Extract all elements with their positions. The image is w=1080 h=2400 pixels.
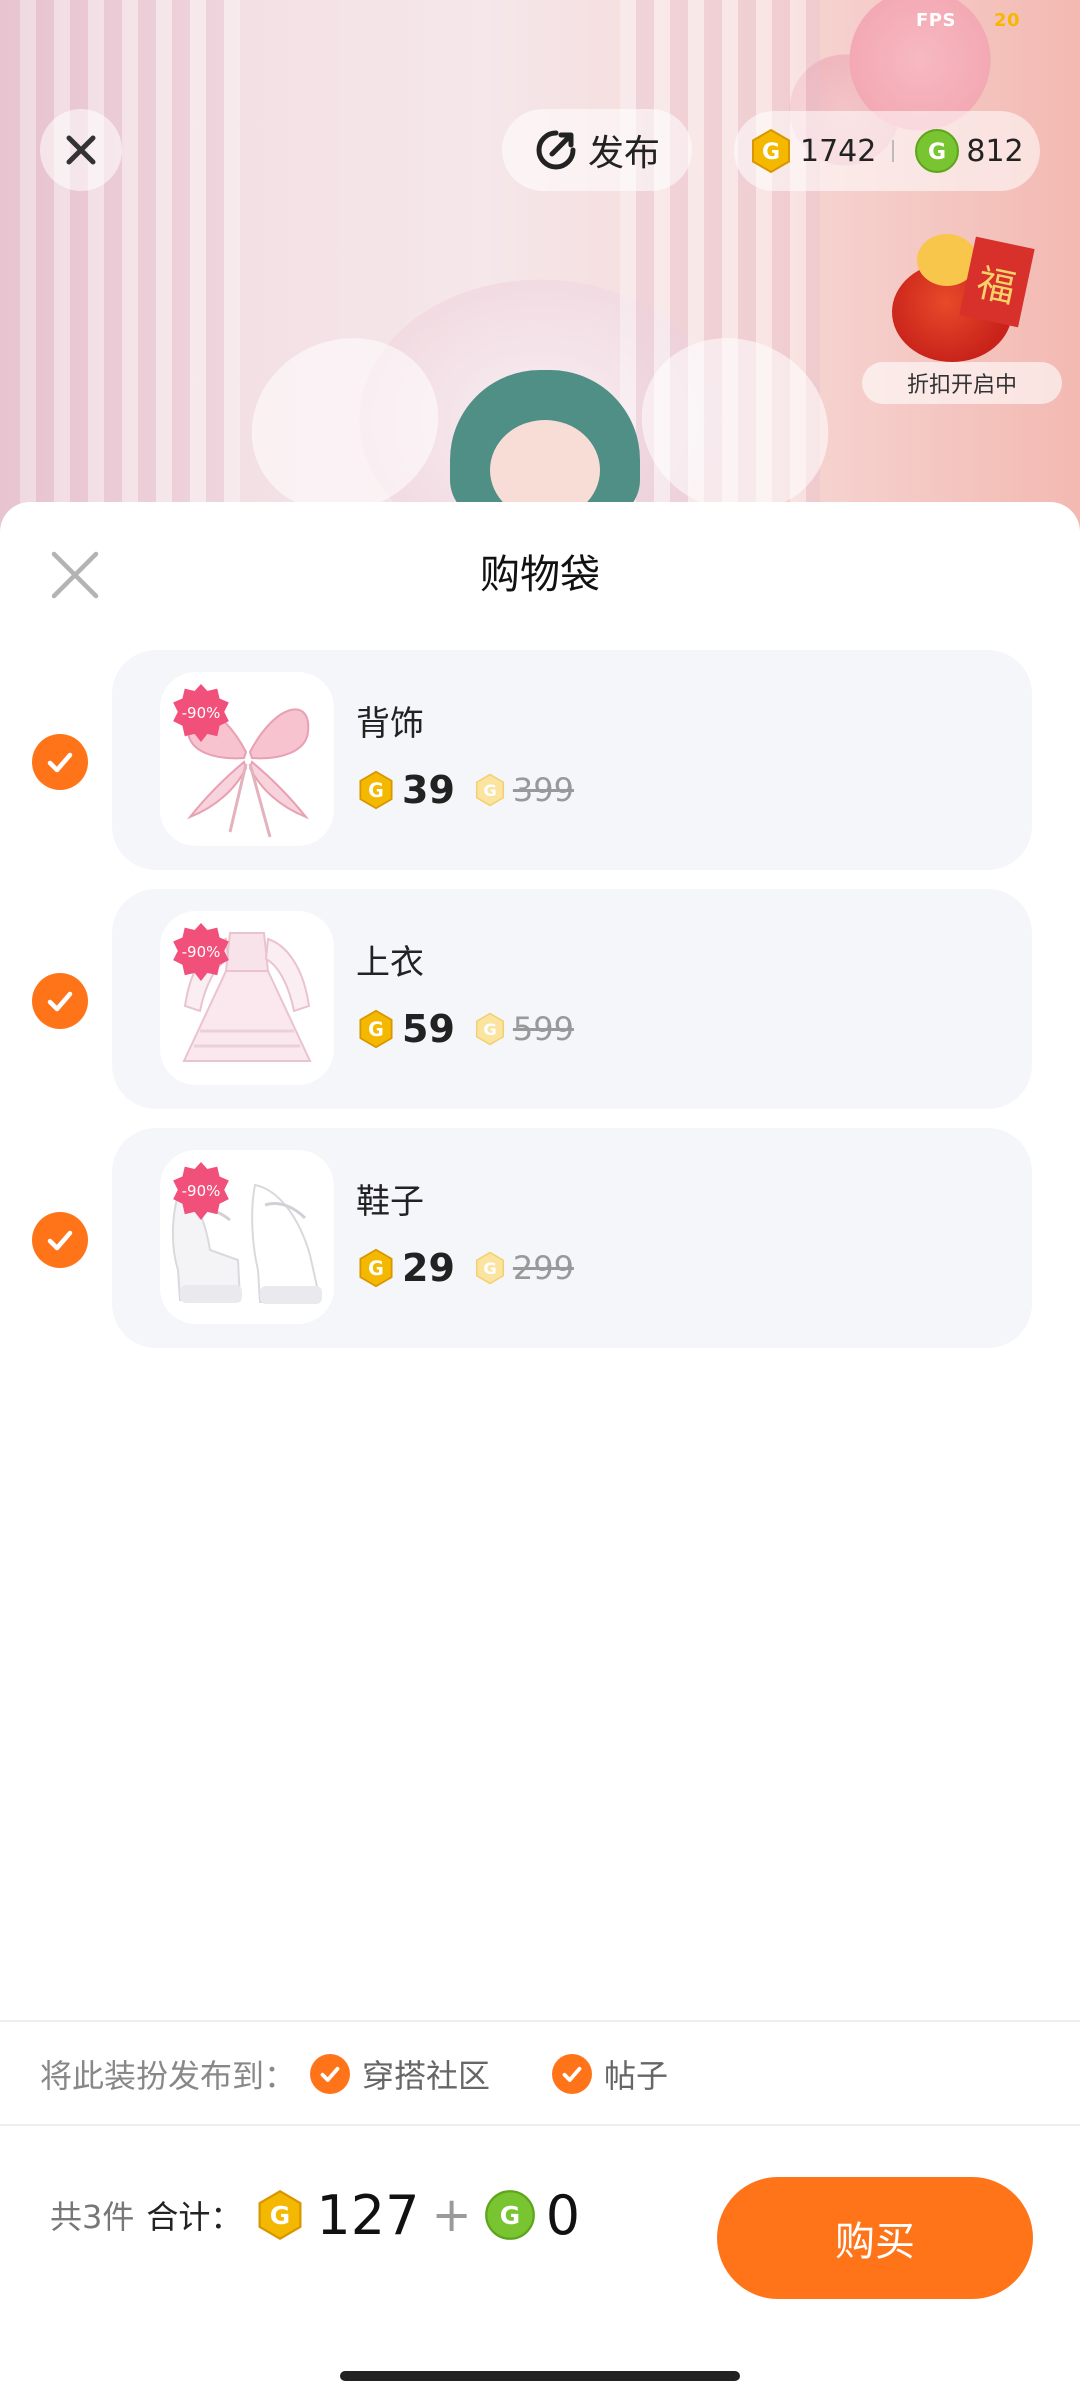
item-name: 上衣 [356,943,424,983]
item-name: 背饰 [356,704,424,744]
close-icon [66,135,96,165]
item-price-line: G 59 G 599 [356,1007,574,1051]
divider [0,2124,1080,2126]
item-price: 59 [402,1007,455,1051]
green-coin-icon: G [915,129,960,173]
close-scene-button[interactable] [40,109,122,191]
publish-icon [536,130,576,170]
checkmark-icon [47,1230,73,1251]
item-original-price: 299 [512,1249,574,1287]
svg-text:G: G [928,140,946,165]
checkmark-icon [562,2066,582,2082]
fps-value: 20 [993,10,1020,31]
cart-item: -90% 鞋子 G 29 G 299 [0,1128,1080,1348]
curtain-left [20,0,240,560]
svg-text:G: G [368,1018,384,1041]
item-thumbnail: -90% [160,672,334,846]
gold-coin-icon: G [359,770,393,810]
item-checkbox[interactable] [32,1212,88,1268]
svg-text:G: G [483,781,496,800]
publish-label: 发布 [587,133,660,174]
publish-button[interactable]: 发布 [502,109,692,191]
sheet-title: 购物袋 [480,552,600,598]
svg-text:G: G [368,1257,384,1280]
currency-separator [892,140,895,162]
checkmark-icon [320,2066,340,2082]
gold-balance: 1742 [800,133,877,169]
order-total: 共3件 合计： G 127 + G 0 [50,2180,580,2250]
item-price: 29 [402,1246,455,1290]
item-thumbnail: -90% [160,911,334,1085]
option-checkbox [310,2054,351,2094]
discount-event-badge[interactable]: 福 折扣开启中 [862,232,1062,404]
publish-to-row: 将此装扮发布到： 穿搭社区 帖子 [40,2046,668,2102]
item-original-price: 399 [512,771,574,809]
item-checkbox[interactable] [32,734,88,790]
gold-coin-faded-icon: G [475,1012,504,1046]
item-card[interactable]: -90% 上衣 G 59 G 599 [112,889,1032,1109]
item-price-line: G 29 G 299 [356,1246,574,1290]
cart-item: -90% 上衣 G 59 G 599 [0,889,1080,1109]
item-count: 共3件 [50,2198,135,2236]
gold-coin-icon: G [359,1009,393,1049]
option-label: 帖子 [604,2057,669,2095]
option-label: 穿搭社区 [362,2057,491,2095]
gold-coin-faded-icon: G [475,773,504,807]
svg-text:G: G [483,1020,496,1039]
checkmark-icon [47,752,73,773]
gold-coin-icon: G [359,1248,393,1288]
green-balance: 812 [966,133,1024,169]
item-card[interactable]: -90% 背饰 G 39 G 399 [112,650,1032,870]
item-name: 鞋子 [356,1182,424,1222]
gold-coin-icon: G [752,128,790,174]
gold-total: 127 [316,2183,420,2247]
item-original-price: 599 [512,1010,574,1048]
green-coin-icon: G [484,2190,535,2240]
option-checkbox [552,2054,593,2094]
item-card[interactable]: -90% 鞋子 G 29 G 299 [112,1128,1032,1348]
checkmark-icon [47,991,73,1012]
publish-option-post[interactable]: 帖子 [552,2051,668,2097]
svg-text:G: G [270,2201,290,2230]
gold-coin-icon: G [258,2189,302,2241]
cart-item: -90% 背饰 G 39 G 399 [0,650,1080,870]
item-checkbox[interactable] [32,973,88,1029]
divider [0,2020,1080,2022]
svg-text:G: G [483,1259,496,1278]
publish-option-community[interactable]: 穿搭社区 [310,2051,490,2097]
green-total: 0 [545,2183,581,2247]
gold-coin-faded-icon: G [475,1251,504,1285]
total-label: 合计： [146,2198,243,2236]
item-price-line: G 39 G 399 [356,768,574,812]
shopping-bag-sheet: 购物袋 -90% 背饰 G 39 G 399 -90% 上衣 G 59 G 59… [0,502,1080,2400]
plus-sign: + [431,2187,472,2243]
item-thumbnail: -90% [160,1150,334,1324]
fps-label: FPS [915,10,956,31]
publish-to-label: 将此装扮发布到： [40,2057,297,2095]
home-indicator[interactable] [340,2371,740,2381]
app-screen: FPS 20 发布 G 1742 G 812 福 折扣开启中 购物袋 -90% … [0,0,1080,2400]
item-price: 39 [402,768,455,812]
currency-balance-bar[interactable]: G 1742 G 812 [734,111,1040,191]
buy-button[interactable]: 购买 [717,2177,1033,2299]
svg-text:G: G [499,2201,519,2230]
svg-text:G: G [762,140,780,165]
svg-text:G: G [368,779,384,802]
discount-caption: 折扣开启中 [862,362,1062,404]
fps-counter: FPS 20 [916,10,1020,31]
